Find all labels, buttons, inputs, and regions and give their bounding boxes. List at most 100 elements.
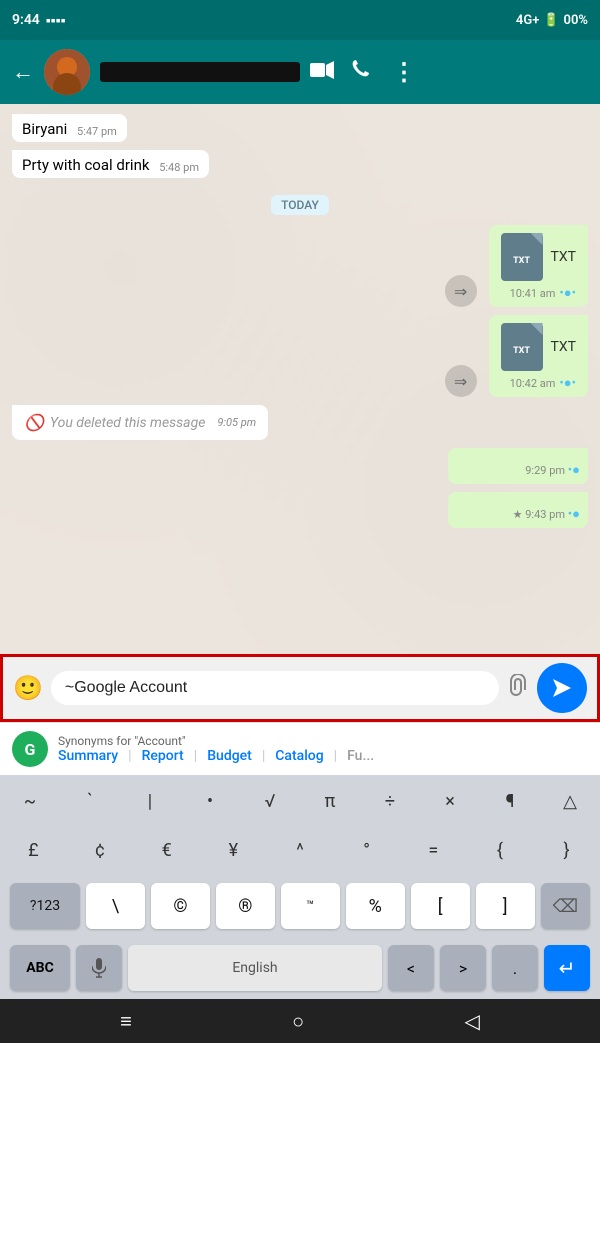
back-button[interactable]: ← [12,59,34,85]
keyboard-currency-row: £ ¢ € ¥ ^ ° = { } [0,826,600,875]
deleted-icon: 🚫 [24,413,44,432]
attach-button[interactable] [507,674,529,702]
key-rbracket[interactable]: ] [476,883,535,929]
message-time: 5:47 pm [77,125,117,138]
file-type-icon: TXT [501,323,543,371]
key-times[interactable]: × [426,785,474,818]
key-space[interactable]: English [128,945,382,991]
chat-header: ← ⋮ [0,40,600,104]
key-yen[interactable]: ¥ [209,834,257,867]
key-num-switch[interactable]: ?123 [10,883,80,929]
key-pipe[interactable]: | [126,785,174,818]
deleted-text: You deleted this message [50,415,205,431]
key-backspace[interactable]: ⌫ [541,883,590,929]
message-row: ★ 9:43 pm •● [12,492,588,528]
key-less-than[interactable]: < [388,945,434,991]
key-lbrace[interactable]: { [476,834,524,867]
file-bubble: TXT TXT 10:42 am •●• [489,315,588,397]
avatar[interactable] [44,49,90,95]
message-row: Prty with coal drink 5:48 pm [12,150,588,178]
key-pi[interactable]: π [306,785,354,818]
key-bullet[interactable]: • [186,785,234,818]
nav-menu[interactable]: ≡ [120,1009,132,1034]
synonym-catalog[interactable]: Catalog [275,748,347,764]
grammarly-icon: G [12,731,48,767]
file-name: TXT [551,249,576,265]
message-bubble-outgoing: ★ 9:43 pm •● [448,492,588,528]
status-bar: 9:44 ▪▪▪▪ 4G+ 🔋 00% [0,0,600,40]
forward-icon[interactable]: ⇒ [445,365,477,397]
message-ticks: •●• [559,375,576,391]
file-message-time: 10:41 am [510,287,556,300]
key-trademark[interactable]: ™ [281,883,340,929]
message-input[interactable] [51,671,499,705]
key-euro[interactable]: € [143,834,191,867]
key-copyright[interactable]: © [151,883,210,929]
phone-call-button[interactable] [352,59,374,86]
contact-name-redacted [100,62,300,82]
forward-icon[interactable]: ⇒ [445,275,477,307]
file-name: TXT [551,339,576,355]
date-label: TODAY [271,195,329,215]
deleted-message-bubble: 🚫 You deleted this message 9:05 pm [12,405,268,440]
key-rbrace[interactable]: } [543,834,591,867]
synonym-more[interactable]: Fu... [347,748,384,764]
message-time: 9:05 pm [217,416,256,429]
synonym-report[interactable]: Report [142,748,208,764]
key-tilde[interactable]: ~ [6,785,54,818]
key-backtick[interactable]: ` [66,785,114,818]
key-caret[interactable]: ^ [276,834,324,867]
message-row: Biryani 5:47 pm [12,114,588,142]
key-triangle[interactable]: △ [546,785,594,818]
key-greater-than[interactable]: > [440,945,486,991]
menu-button[interactable]: ⋮ [392,58,417,86]
message-row: ⇒ TXT TXT 10:42 am •●• [12,315,588,397]
message-time: 5:48 pm [159,161,199,174]
key-period[interactable]: . [492,945,538,991]
nav-home[interactable]: ○ [292,1009,304,1034]
navigation-bar: ≡ ○ ◁ [0,999,600,1043]
key-backslash[interactable]: \ [86,883,145,929]
message-text: Prty with coal drink [22,156,149,174]
suggestion-content: Synonyms for "Account" Summary Report Bu… [58,734,588,764]
key-percent[interactable]: % [346,883,405,929]
message-ticks: •●• [559,285,576,301]
keyboard-special-row: ~ ` | • √ π ÷ × ¶ △ [0,775,600,826]
synonym-summary[interactable]: Summary [58,748,142,764]
synonym-budget[interactable]: Budget [207,748,275,764]
key-sqrt[interactable]: √ [246,785,294,818]
message-row: ⇒ TXT TXT 10:41 am •●• [12,225,588,307]
file-bubble: TXT TXT 10:41 am •●• [489,225,588,307]
message-bubble-outgoing: 9:29 pm •● [448,448,588,484]
emoji-button[interactable]: 🙂 [13,674,43,702]
key-divide[interactable]: ÷ [366,785,414,818]
battery-icon: 🔋 [543,13,559,28]
key-mic[interactable] [76,945,122,991]
network-type: 4G+ [516,13,539,28]
key-lbracket[interactable]: [ [411,883,470,929]
keyboard-bottom-row: ABC English < > . ↵ [0,937,600,999]
key-cent[interactable]: ¢ [76,834,124,867]
nav-back[interactable]: ◁ [464,1009,479,1033]
key-registered[interactable]: ® [216,883,275,929]
date-divider: TODAY [12,194,588,213]
file-type-icon: TXT [501,233,543,281]
video-call-button[interactable] [310,60,334,84]
file-message-time: 10:42 am [510,377,556,390]
key-equals[interactable]: = [409,834,457,867]
keyboard-num-row: ?123 \ © ® ™ % [ ] ⌫ [0,875,600,937]
suggestion-synonyms: Summary Report Budget Catalog Fu... [58,748,588,764]
message-bubble-incoming: Biryani 5:47 pm [12,114,127,142]
key-degree[interactable]: ° [343,834,391,867]
suggestion-bar: G Synonyms for "Account" Summary Report … [0,722,600,775]
message-bubble-incoming: Prty with coal drink 5:48 pm [12,150,209,178]
key-pound[interactable]: £ [9,834,57,867]
key-pilcrow[interactable]: ¶ [486,785,534,818]
status-time: 9:44 [12,12,40,28]
key-abc[interactable]: ABC [10,945,70,991]
message-text: Biryani [22,120,67,138]
chat-area: Biryani 5:47 pm Prty with coal drink 5:4… [0,104,600,654]
send-button[interactable] [537,663,587,713]
key-enter[interactable]: ↵ [544,945,590,991]
signal-icon: ▪▪▪▪ [46,12,66,29]
